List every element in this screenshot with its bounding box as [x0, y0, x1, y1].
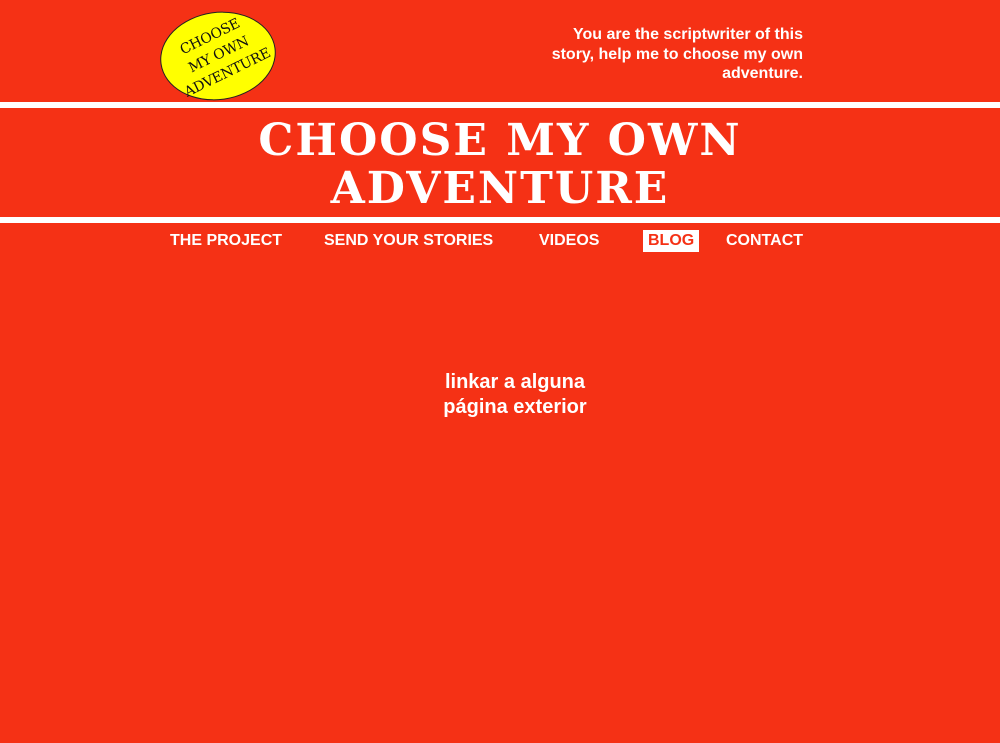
header-divider-top: [0, 102, 1000, 108]
nav-item-videos[interactable]: VIDEOS: [539, 229, 599, 253]
nav-item-the-project[interactable]: THE PROJECT: [170, 229, 282, 253]
logo-text: CHOOSE MY OWN ADVENTURE: [154, 2, 285, 107]
logo-badge[interactable]: CHOOSE MY OWN ADVENTURE: [154, 4, 282, 108]
external-link-line-2: página exterior: [443, 396, 587, 418]
external-link-text[interactable]: linkar a alguna página exterior: [380, 370, 650, 420]
header-tagline: You are the scriptwriter of this story, …: [551, 26, 803, 82]
external-link-line-1: linkar a alguna: [444, 371, 586, 393]
nav-item-blog[interactable]: BLOG: [643, 230, 700, 252]
page-title: CHOOSE MY OWN ADVENTURE: [0, 117, 1000, 213]
header-divider-bottom: [0, 217, 1000, 223]
nav-item-send-your-stories[interactable]: SEND YOUR STORIES: [324, 229, 493, 253]
page-title-line-1: CHOOSE MY OWN: [258, 115, 742, 166]
main-nav: THE PROJECT SEND YOUR STORIES VIDEOS BLO…: [0, 229, 1000, 253]
page-title-line-2: ADVENTURE: [330, 163, 670, 214]
nav-item-contact[interactable]: CONTACT: [726, 229, 803, 253]
